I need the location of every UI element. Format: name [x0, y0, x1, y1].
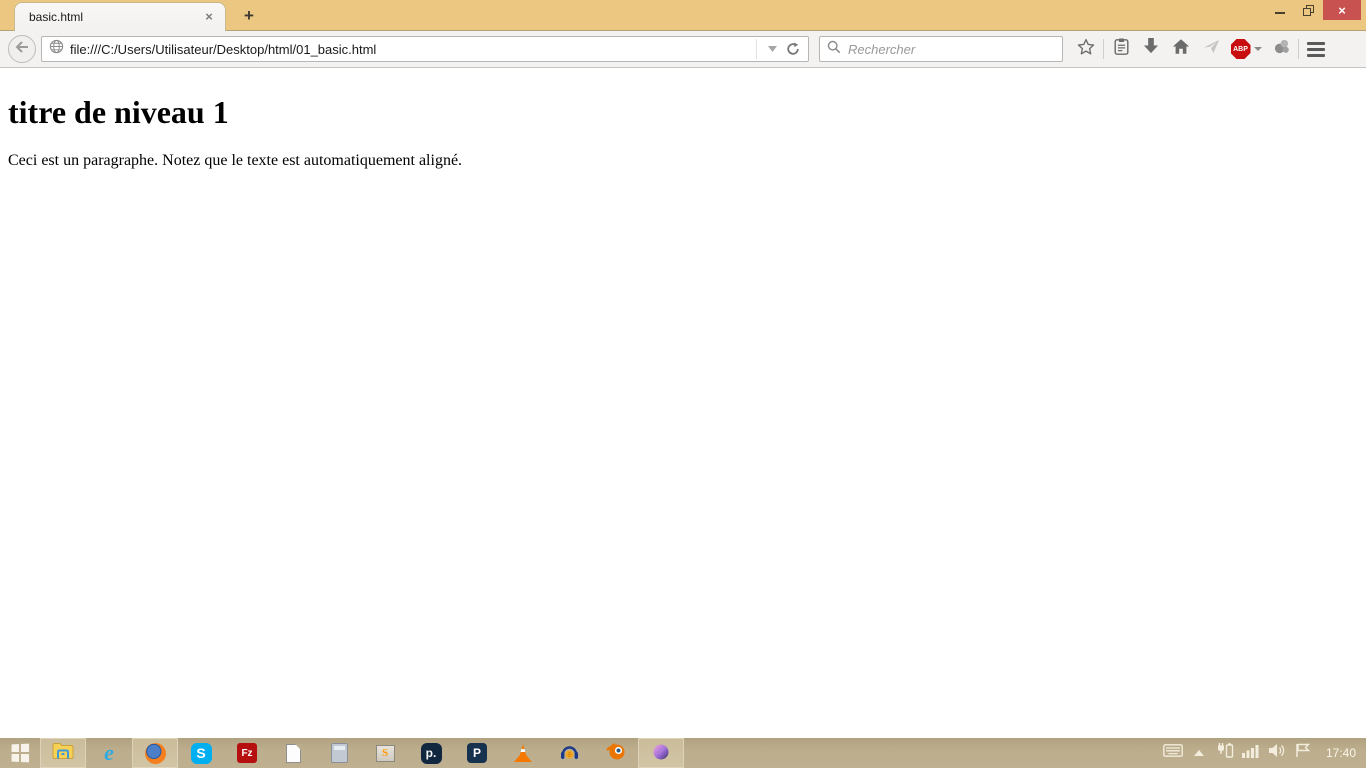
bookmarks-menu-button[interactable] — [1106, 34, 1136, 64]
search-input[interactable] — [848, 42, 1055, 57]
windows-logo-icon — [12, 744, 29, 763]
home-button[interactable] — [1166, 34, 1196, 64]
menu-button[interactable] — [1301, 34, 1331, 64]
star-icon — [1077, 38, 1095, 61]
adblock-dropdown-icon — [1254, 47, 1262, 51]
toolbar-separator — [1103, 39, 1104, 59]
taskbar-calculator[interactable] — [316, 738, 362, 768]
page-content: titre de niveau 1 Ceci est un paragraphe… — [0, 68, 1366, 738]
page-heading: titre de niveau 1 — [8, 94, 1358, 131]
taskbar-file-explorer[interactable] — [40, 738, 86, 768]
desktop-screen: basic.html × + × — [0, 0, 1366, 768]
hidden-icons-button[interactable] — [1186, 738, 1212, 768]
downloads-icon — [1143, 38, 1159, 60]
navigation-toolbar: ABP — [0, 31, 1366, 68]
start-button[interactable] — [0, 738, 40, 768]
skype-icon: S — [191, 743, 212, 764]
new-tab-button[interactable]: + — [236, 6, 262, 28]
keyboard-icon — [1163, 744, 1183, 762]
taskbar-blender[interactable] — [592, 738, 638, 768]
touch-keyboard-button[interactable] — [1160, 738, 1186, 768]
addon-icon — [1273, 38, 1290, 60]
urlbar-dropdown-icon[interactable] — [762, 34, 782, 64]
network-signal-icon — [1242, 744, 1260, 763]
audacity-icon — [559, 741, 580, 766]
back-icon — [15, 40, 29, 58]
volume-icon — [1268, 743, 1285, 763]
sublime-text-icon: S — [376, 745, 395, 762]
hidden-icons-arrow — [1194, 750, 1204, 756]
home-icon — [1172, 38, 1190, 60]
taskbar-audacity[interactable] — [546, 738, 592, 768]
back-button[interactable] — [8, 35, 36, 63]
taskbar-internet-explorer[interactable]: e — [86, 738, 132, 768]
taskbar-firefox[interactable] — [132, 738, 178, 768]
tab-title: basic.html — [29, 10, 201, 24]
url-bar[interactable] — [41, 36, 809, 62]
reload-icon[interactable] — [782, 34, 804, 64]
bookmark-star-button[interactable] — [1071, 34, 1101, 64]
search-icon — [827, 40, 841, 59]
adblock-icon: ABP — [1231, 39, 1251, 59]
minimize-button[interactable] — [1265, 0, 1294, 20]
close-button[interactable]: × — [1323, 0, 1361, 20]
vlc-icon — [514, 744, 532, 762]
system-tray: 17:40 — [1160, 738, 1366, 768]
taskbar-filezilla[interactable]: Fz — [224, 738, 270, 768]
firefox-icon — [145, 743, 166, 764]
adblock-plus-button[interactable]: ABP — [1226, 34, 1266, 64]
internet-explorer-icon: e — [104, 743, 114, 763]
action-center-flag-icon — [1295, 743, 1311, 763]
urlbar-actions — [756, 39, 804, 59]
taskbar-krita[interactable] — [638, 738, 684, 768]
power-status[interactable] — [1212, 738, 1238, 768]
taskbar-vlc[interactable] — [500, 738, 546, 768]
page-paragraph: Ceci est un paragraphe. Notez que le tex… — [8, 152, 1358, 170]
bookmarks-icon — [1113, 38, 1130, 61]
processing-icon: p. — [421, 743, 442, 764]
file-explorer-icon — [52, 742, 74, 765]
volume-control[interactable] — [1264, 738, 1290, 768]
window-controls: × — [1265, 0, 1361, 20]
restore-button[interactable] — [1294, 0, 1323, 20]
taskbar-processing[interactable]: p. — [408, 738, 454, 768]
taskbar-sublime-text[interactable]: S — [362, 738, 408, 768]
menu-icon — [1307, 42, 1325, 57]
blender-icon — [605, 741, 626, 766]
taskbar-p-app[interactable]: P — [454, 738, 500, 768]
browser-tab[interactable]: basic.html × — [14, 2, 226, 31]
send-tab-button[interactable] — [1196, 34, 1226, 64]
calculator-icon — [331, 743, 348, 763]
toolbar-separator — [1298, 39, 1299, 59]
krita-icon — [651, 741, 672, 766]
taskbar-text-document[interactable] — [270, 738, 316, 768]
tab-close-icon[interactable]: × — [201, 9, 217, 25]
url-input[interactable] — [70, 42, 756, 57]
taskbar: e S Fz S p. P — [0, 738, 1366, 768]
downloads-button[interactable] — [1136, 34, 1166, 64]
network-status[interactable] — [1238, 738, 1264, 768]
globe-icon — [49, 39, 64, 59]
taskbar-clock[interactable]: 17:40 — [1326, 746, 1356, 760]
minimize-icon — [1275, 12, 1285, 14]
restore-icon — [1303, 5, 1314, 16]
browser-titlebar: basic.html × + × — [0, 0, 1366, 31]
power-icon — [1216, 742, 1234, 764]
action-center-button[interactable] — [1290, 738, 1316, 768]
search-box[interactable] — [819, 36, 1063, 62]
document-icon — [286, 744, 301, 763]
addon-button[interactable] — [1266, 34, 1296, 64]
p-app-icon: P — [467, 743, 487, 763]
taskbar-skype[interactable]: S — [178, 738, 224, 768]
filezilla-icon: Fz — [237, 743, 257, 763]
send-icon — [1203, 39, 1220, 59]
